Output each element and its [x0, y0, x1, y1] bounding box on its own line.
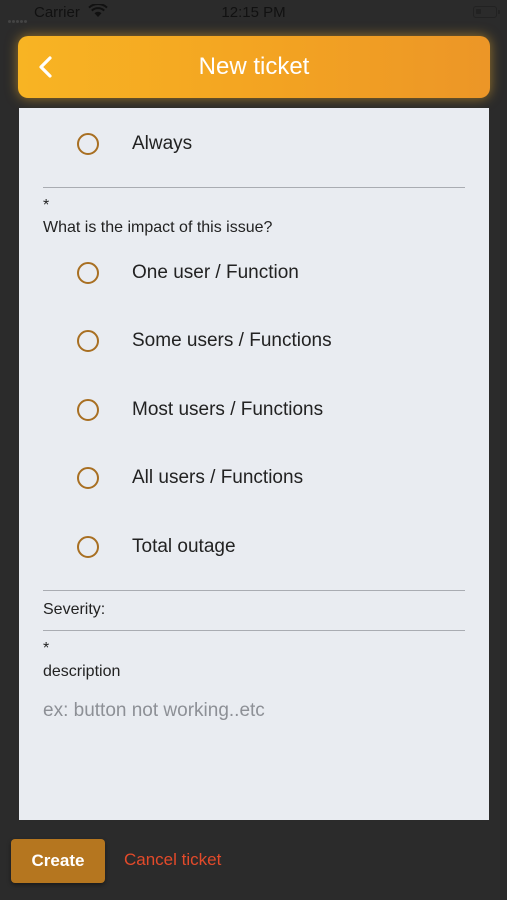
- radio-option-all-users[interactable]: All users / Functions: [19, 456, 489, 500]
- app-header: New ticket: [18, 36, 490, 98]
- radio-option-some-users[interactable]: Some users / Functions: [19, 319, 489, 363]
- page-title: New ticket: [198, 53, 310, 80]
- description-label: description: [43, 663, 121, 680]
- required-mark: *: [43, 640, 50, 657]
- radio-option-label: One user / Function: [132, 262, 299, 283]
- radio-option-most-users[interactable]: Most users / Functions: [19, 388, 489, 432]
- divider: [43, 630, 465, 631]
- status-time: 12:15 PM: [221, 4, 286, 21]
- radio-button[interactable]: [77, 330, 99, 352]
- required-mark: *: [43, 197, 50, 214]
- radio-option-label: Total outage: [132, 536, 236, 557]
- cancel-ticket-button[interactable]: Cancel ticket: [124, 850, 221, 870]
- radio-option-label: Always: [132, 133, 193, 154]
- radio-button[interactable]: [77, 133, 99, 155]
- status-bar: Carrier 12:15 PM: [0, 0, 507, 26]
- radio-button[interactable]: [77, 536, 99, 558]
- radio-option-label: Some users / Functions: [132, 330, 332, 351]
- radio-button[interactable]: [77, 467, 99, 489]
- radio-option-total-outage[interactable]: Total outage: [19, 525, 489, 569]
- radio-button[interactable]: [77, 262, 99, 284]
- create-button[interactable]: Create: [11, 839, 105, 883]
- description-input[interactable]: [43, 696, 465, 726]
- ticket-form: Always * What is the impact of this issu…: [19, 108, 489, 820]
- divider: [43, 187, 465, 188]
- radio-button[interactable]: [77, 399, 99, 421]
- severity-label: Severity:: [43, 601, 106, 618]
- radio-option-label: Most users / Functions: [132, 399, 324, 420]
- radio-option-always[interactable]: Always: [19, 122, 489, 166]
- radio-option-label: All users / Functions: [132, 467, 304, 488]
- impact-question: What is the impact of this issue?: [43, 219, 273, 236]
- battery-icon: [473, 6, 500, 18]
- divider: [43, 590, 465, 591]
- radio-option-one-user[interactable]: One user / Function: [19, 251, 489, 295]
